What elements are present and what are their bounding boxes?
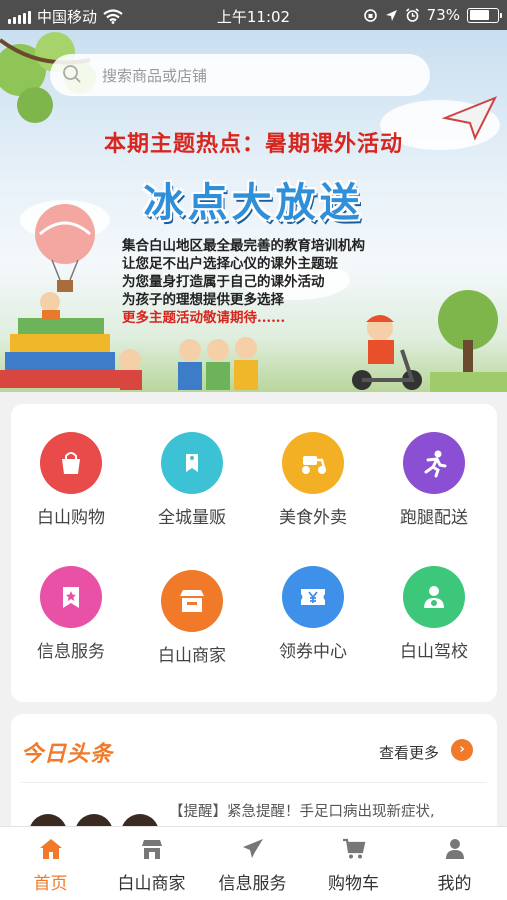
category-label: 全城量贩 <box>158 508 226 528</box>
bookmark-icon <box>63 587 79 608</box>
trees-illustration <box>430 290 507 392</box>
paper-plane-icon <box>242 839 263 858</box>
home-icon <box>39 839 62 859</box>
banner-headline: 本期主题热点：暑期课外活动 <box>103 131 403 157</box>
category-label: 美食外卖 <box>279 508 347 528</box>
category-item[interactable]: 白山购物 <box>21 432 121 528</box>
tab-label: 我的 <box>437 874 472 894</box>
category-icon-bg <box>161 432 223 494</box>
coupon-icon <box>301 589 325 605</box>
scooter-icon <box>302 456 326 474</box>
category-label: 跑腿配送 <box>400 508 468 528</box>
category-item[interactable]: 白山驾校 <box>384 566 484 662</box>
tab-info-services[interactable]: 信息服务 <box>202 837 303 894</box>
category-item[interactable]: 领券中心 <box>263 566 363 662</box>
tab-me[interactable]: 我的 <box>404 837 505 894</box>
shopping-bag-icon <box>62 452 80 474</box>
tab-cart[interactable]: 购物车 <box>303 837 404 894</box>
divider <box>21 782 487 783</box>
category-icon-bg <box>161 570 223 632</box>
news-item-text[interactable]: 【提醒】紧急提醒！手足口病出现新症状, <box>169 800 435 821</box>
driver-icon <box>424 586 444 608</box>
tab-merchants[interactable]: 白山商家 <box>101 837 202 894</box>
battery-percent: 73% <box>426 6 460 24</box>
category-item[interactable]: 跑腿配送 <box>384 432 484 528</box>
user-icon <box>445 839 464 859</box>
chevron-right-icon[interactable]: › <box>451 739 473 761</box>
cart-icon <box>342 838 365 859</box>
category-icon-bg <box>40 566 102 628</box>
category-label: 白山购物 <box>37 508 105 528</box>
category-label: 白山商家 <box>158 646 226 666</box>
alarm-icon <box>405 7 419 22</box>
category-label: 信息服务 <box>37 642 105 662</box>
headlines-title: 今日头条 <box>21 742 114 767</box>
category-grid: 白山购物 全城量贩 美食外卖 跑腿配送 信息服务 白山商家 领券中心 白山驾校 <box>11 404 497 702</box>
category-icon-bg <box>40 432 102 494</box>
search-icon <box>63 65 81 83</box>
banner-note: 更多主题活动敬请期待...... <box>122 310 286 326</box>
category-icon-bg <box>403 566 465 628</box>
banner-line: 为您量身打造属于自己的课外活动 <box>122 274 325 290</box>
tab-label: 首页 <box>33 874 68 894</box>
category-item[interactable]: 美食外卖 <box>263 432 363 528</box>
tab-label: 购物车 <box>328 874 379 894</box>
tab-label: 信息服务 <box>218 874 287 894</box>
store-icon <box>180 590 204 612</box>
battery-icon <box>467 7 502 23</box>
tab-label: 白山商家 <box>117 874 186 894</box>
banner-description: 集合白山地区最全最完善的教育培训机构 让您足不出户选择心仪的课外主题班 为您量身… <box>122 237 365 327</box>
banner-title: 冰点大放送 <box>143 180 364 226</box>
promo-banner[interactable]: 搜索商品或店铺 本期主题热点：暑期课外活动 冰点大放送 集合白山地区最全最完善的… <box>0 30 507 392</box>
category-label: 领券中心 <box>279 642 347 662</box>
category-icon-bg <box>282 432 344 494</box>
view-more-link[interactable]: 查看更多 <box>379 742 439 763</box>
category-item[interactable]: 信息服务 <box>21 566 121 662</box>
category-item[interactable]: 全城量贩 <box>142 432 242 528</box>
orientation-lock-icon <box>363 8 377 22</box>
banner-line: 让您足不出户选择心仪的课外主题班 <box>122 256 338 272</box>
banner-line: 集合白山地区最全最完善的教育培训机构 <box>122 238 365 254</box>
search-bar[interactable]: 搜索商品或店铺 <box>50 54 430 96</box>
kids-illustration <box>178 337 258 390</box>
location-icon <box>385 9 397 21</box>
status-bar: 中国移动 上午11:02 73% <box>0 0 507 30</box>
category-item[interactable]: 白山商家 <box>142 570 242 666</box>
bottom-tab-bar: 首页 白山商家 信息服务 购物车 我的 <box>0 826 507 900</box>
runner-icon <box>424 450 447 478</box>
banner-line: 为孩子的理想提供更多选择 <box>122 292 284 308</box>
price-tag-icon <box>186 454 198 472</box>
store-icon <box>141 840 162 859</box>
category-icon-bg <box>403 432 465 494</box>
tab-home[interactable]: 首页 <box>0 837 101 894</box>
search-placeholder: 搜索商品或店铺 <box>102 67 208 85</box>
category-label: 白山驾校 <box>400 642 468 662</box>
category-icon-bg <box>282 566 344 628</box>
